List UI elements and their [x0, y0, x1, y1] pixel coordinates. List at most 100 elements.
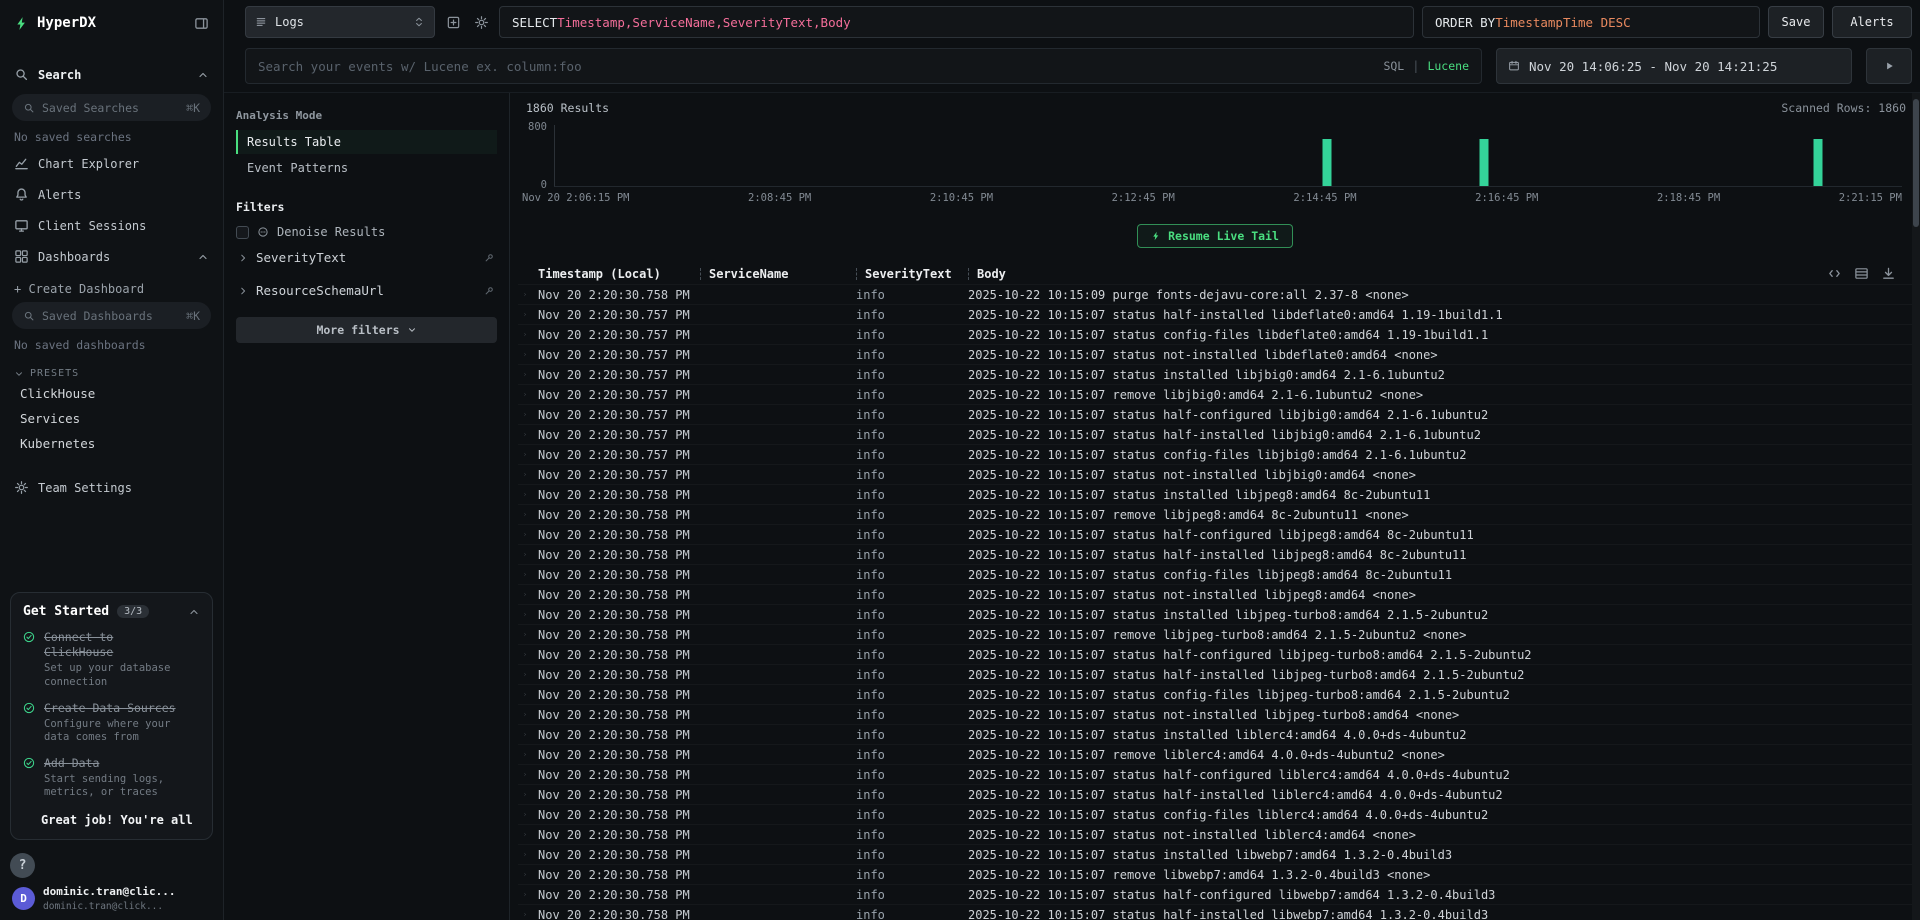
- table-row[interactable]: Nov 20 2:20:30.758 PM info 2025-10-22 10…: [518, 564, 1912, 584]
- json-view-icon[interactable]: [1827, 266, 1842, 281]
- table-row[interactable]: Nov 20 2:20:30.758 PM info 2025-10-22 10…: [518, 504, 1912, 524]
- table-row[interactable]: Nov 20 2:20:30.758 PM info 2025-10-22 10…: [518, 664, 1912, 684]
- row-expand-icon[interactable]: [518, 470, 527, 479]
- row-expand-icon[interactable]: [518, 670, 527, 679]
- column-divider[interactable]: [856, 268, 857, 280]
- get-started-item[interactable]: Create Data Sources Configure where your…: [23, 701, 200, 745]
- table-row[interactable]: Nov 20 2:20:30.758 PM info 2025-10-22 10…: [518, 484, 1912, 504]
- table-row[interactable]: Nov 20 2:20:30.757 PM info 2025-10-22 10…: [518, 424, 1912, 444]
- select-clause-input[interactable]: SELECT Timestamp,ServiceName,SeverityTex…: [499, 6, 1414, 38]
- row-expand-icon[interactable]: [518, 610, 527, 619]
- preset-item[interactable]: ClickHouse: [0, 381, 223, 406]
- chart-bar[interactable]: [1814, 139, 1823, 186]
- row-expand-icon[interactable]: [518, 690, 527, 699]
- row-expand-icon[interactable]: [518, 650, 527, 659]
- table-row[interactable]: Nov 20 2:20:30.758 PM info 2025-10-22 10…: [518, 684, 1912, 704]
- table-row[interactable]: Nov 20 2:20:30.758 PM info 2025-10-22 10…: [518, 284, 1912, 304]
- user-menu[interactable]: D dominic.tran@clic... dominic.tran@clic…: [0, 882, 223, 920]
- sidebar-toggle-icon[interactable]: [194, 16, 209, 31]
- denoise-toggle[interactable]: Denoise Results: [236, 222, 497, 241]
- preset-item[interactable]: Services: [0, 406, 223, 431]
- denoise-checkbox[interactable]: [236, 226, 249, 239]
- table-row[interactable]: Nov 20 2:20:30.758 PM info 2025-10-22 10…: [518, 804, 1912, 824]
- get-started-header[interactable]: Get Started 3/3: [23, 604, 200, 619]
- alerts-button[interactable]: Alerts: [1832, 6, 1912, 38]
- get-started-item[interactable]: Add Data Start sending logs, metrics, or…: [23, 756, 200, 800]
- table-row[interactable]: Nov 20 2:20:30.757 PM info 2025-10-22 10…: [518, 404, 1912, 424]
- table-row[interactable]: Nov 20 2:20:30.758 PM info 2025-10-22 10…: [518, 864, 1912, 884]
- row-expand-icon[interactable]: [518, 790, 527, 799]
- date-range-picker[interactable]: Nov 20 14:06:25 - Nov 20 14:21:25: [1496, 48, 1852, 84]
- scrollbar-thumb[interactable]: [1913, 99, 1919, 227]
- row-expand-icon[interactable]: [518, 830, 527, 839]
- table-row[interactable]: Nov 20 2:20:30.757 PM info 2025-10-22 10…: [518, 304, 1912, 324]
- row-expand-icon[interactable]: [518, 530, 527, 539]
- table-row[interactable]: Nov 20 2:20:30.757 PM info 2025-10-22 10…: [518, 344, 1912, 364]
- row-expand-icon[interactable]: [518, 630, 527, 639]
- row-expand-icon[interactable]: [518, 550, 527, 559]
- table-row[interactable]: Nov 20 2:20:30.758 PM info 2025-10-22 10…: [518, 624, 1912, 644]
- row-expand-icon[interactable]: [518, 590, 527, 599]
- preset-item[interactable]: Kubernetes: [0, 431, 223, 456]
- row-expand-icon[interactable]: [518, 710, 527, 719]
- presets-toggle[interactable]: PRESETS: [0, 356, 223, 381]
- histogram-plot[interactable]: [554, 125, 1902, 187]
- download-icon[interactable]: [1881, 266, 1896, 281]
- mode-results-table[interactable]: Results Table: [236, 130, 497, 154]
- table-row[interactable]: Nov 20 2:20:30.758 PM info 2025-10-22 10…: [518, 764, 1912, 784]
- resume-live-tail-button[interactable]: Resume Live Tail: [1137, 224, 1293, 248]
- row-expand-icon[interactable]: [518, 410, 527, 419]
- row-expand-icon[interactable]: [518, 490, 527, 499]
- col-timestamp[interactable]: Timestamp (Local): [538, 267, 700, 281]
- sidebar-item-client-sessions[interactable]: Client Sessions: [0, 210, 223, 241]
- row-expand-icon[interactable]: [518, 310, 527, 319]
- table-row[interactable]: Nov 20 2:20:30.758 PM info 2025-10-22 10…: [518, 904, 1912, 920]
- row-expand-icon[interactable]: [518, 430, 527, 439]
- saved-dashboards-input[interactable]: Saved Dashboards ⌘K: [12, 302, 211, 329]
- column-divider[interactable]: [700, 268, 701, 280]
- sidebar-item-team-settings[interactable]: Team Settings: [0, 472, 223, 503]
- sql-mode-toggle[interactable]: SQL: [1383, 59, 1404, 73]
- run-query-button[interactable]: [1866, 48, 1912, 84]
- row-expand-icon[interactable]: [518, 330, 527, 339]
- table-row[interactable]: Nov 20 2:20:30.758 PM info 2025-10-22 10…: [518, 644, 1912, 664]
- table-row[interactable]: Nov 20 2:20:30.758 PM info 2025-10-22 10…: [518, 524, 1912, 544]
- col-servicename[interactable]: ServiceName: [700, 267, 856, 281]
- sidebar-item-search[interactable]: Search: [0, 59, 223, 90]
- add-source-button[interactable]: [443, 12, 463, 32]
- row-expand-icon[interactable]: [518, 450, 527, 459]
- save-button[interactable]: Save: [1768, 6, 1824, 38]
- create-dashboard-button[interactable]: + Create Dashboard: [0, 272, 223, 298]
- event-search-input[interactable]: Search your events w/ Lucene ex. column:…: [245, 48, 1482, 84]
- table-row[interactable]: Nov 20 2:20:30.758 PM info 2025-10-22 10…: [518, 824, 1912, 844]
- row-expand-icon[interactable]: [518, 730, 527, 739]
- table-row[interactable]: Nov 20 2:20:30.758 PM info 2025-10-22 10…: [518, 844, 1912, 864]
- results-scrollbar[interactable]: [1912, 93, 1920, 920]
- row-expand-icon[interactable]: [518, 910, 527, 919]
- pin-icon[interactable]: [483, 285, 495, 297]
- row-expand-icon[interactable]: [518, 290, 527, 299]
- row-expand-icon[interactable]: [518, 510, 527, 519]
- row-expand-icon[interactable]: [518, 890, 527, 899]
- table-options-icon[interactable]: [1854, 266, 1869, 281]
- row-expand-icon[interactable]: [518, 870, 527, 879]
- saved-searches-input[interactable]: Saved Searches ⌘K: [12, 94, 211, 121]
- source-select[interactable]: Logs: [245, 6, 435, 38]
- row-expand-icon[interactable]: [518, 810, 527, 819]
- table-row[interactable]: Nov 20 2:20:30.757 PM info 2025-10-22 10…: [518, 464, 1912, 484]
- chart-bar[interactable]: [1322, 139, 1331, 186]
- filter-group-severitytext[interactable]: SeverityText: [236, 241, 497, 274]
- col-body[interactable]: Body: [968, 267, 1912, 281]
- row-expand-icon[interactable]: [518, 850, 527, 859]
- filter-group-resourceschemaurl[interactable]: ResourceSchemaUrl: [236, 274, 497, 307]
- chart-bar[interactable]: [1480, 139, 1489, 186]
- source-settings-button[interactable]: [471, 12, 491, 32]
- table-row[interactable]: Nov 20 2:20:30.758 PM info 2025-10-22 10…: [518, 744, 1912, 764]
- table-row[interactable]: Nov 20 2:20:30.758 PM info 2025-10-22 10…: [518, 544, 1912, 564]
- table-row[interactable]: Nov 20 2:20:30.757 PM info 2025-10-22 10…: [518, 444, 1912, 464]
- table-row[interactable]: Nov 20 2:20:30.758 PM info 2025-10-22 10…: [518, 704, 1912, 724]
- row-expand-icon[interactable]: [518, 390, 527, 399]
- mode-event-patterns[interactable]: Event Patterns: [236, 156, 497, 180]
- row-expand-icon[interactable]: [518, 750, 527, 759]
- table-row[interactable]: Nov 20 2:20:30.758 PM info 2025-10-22 10…: [518, 784, 1912, 804]
